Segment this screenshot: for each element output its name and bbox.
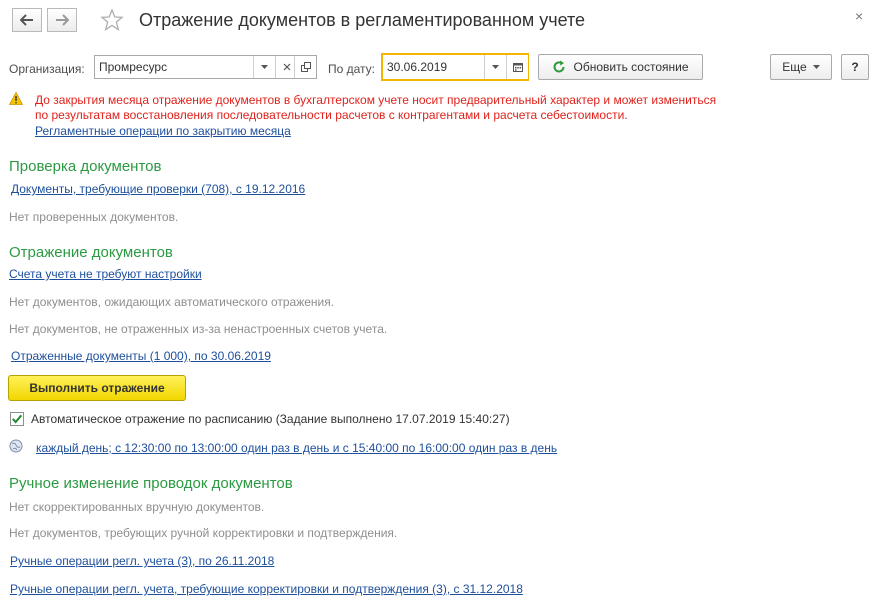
- more-button[interactable]: Еще: [770, 54, 832, 80]
- checked-documents-note: Нет проверенных документов.: [9, 210, 179, 224]
- organization-open-button[interactable]: [294, 56, 316, 78]
- forward-button[interactable]: [47, 8, 77, 32]
- date-field[interactable]: 30.06.2019: [381, 53, 529, 81]
- favorite-star-button[interactable]: [100, 8, 124, 35]
- reflect-section-heading: Отражение документов: [9, 244, 173, 261]
- closing-operations-link[interactable]: Регламентные операции по закрытию месяца: [35, 124, 291, 138]
- organization-value: Промресурс: [99, 60, 168, 74]
- warning-icon: [8, 91, 24, 108]
- arrow-right-icon: [56, 14, 69, 26]
- more-label: Еще: [782, 60, 807, 74]
- page-title: Отражение документов в регламентированно…: [139, 10, 586, 30]
- refresh-state-button[interactable]: Обновить состояние: [538, 54, 703, 80]
- back-button[interactable]: [12, 8, 42, 32]
- calendar-button[interactable]: [506, 55, 528, 79]
- help-button[interactable]: ?: [841, 54, 869, 80]
- star-icon: [100, 8, 124, 31]
- date-value: 30.06.2019: [387, 60, 448, 74]
- check-section-heading: Проверка документов: [9, 158, 162, 175]
- checkmark-icon: [12, 414, 23, 424]
- chevron-down-icon: [261, 65, 268, 69]
- manual-section-heading: Ручное изменение проводок документов: [9, 475, 293, 492]
- schedule-link[interactable]: каждый день; с 12:30:00 по 13:00:00 один…: [36, 441, 557, 455]
- manual-corrected-note: Нет скорректированных вручную документов…: [9, 500, 265, 514]
- clear-icon: [283, 63, 290, 71]
- manual-operations-pending-link[interactable]: Ручные операции регл. учета, требующие к…: [10, 582, 523, 596]
- auto-reflection-checkbox[interactable]: [10, 412, 24, 426]
- organization-label: Организация:: [9, 62, 85, 76]
- open-icon: [300, 62, 311, 72]
- date-dropdown-button[interactable]: [484, 55, 506, 79]
- chevron-down-icon: [492, 65, 499, 69]
- arrow-left-icon: [20, 14, 33, 26]
- manual-pending-note: Нет документов, требующих ручной коррект…: [9, 526, 398, 540]
- warning-line-1: До закрытия месяца отражение документов …: [35, 93, 717, 107]
- execute-reflection-button[interactable]: Выполнить отражение: [8, 375, 186, 401]
- refresh-icon: [554, 60, 565, 73]
- globe-icon: [9, 439, 23, 456]
- chevron-down-icon: [812, 65, 820, 69]
- organization-field[interactable]: Промресурс: [94, 55, 317, 79]
- close-icon[interactable]: ×: [855, 8, 863, 24]
- manual-operations-link[interactable]: Ручные операции регл. учета (3), по 26.1…: [10, 554, 274, 568]
- warning-line-2: по результатам восстановления последоват…: [35, 108, 628, 122]
- documents-to-check-link[interactable]: Документы, требующие проверки (708), с 1…: [11, 182, 305, 196]
- date-label: По дату:: [328, 62, 376, 76]
- organization-dropdown-button[interactable]: [253, 56, 275, 78]
- reflected-documents-link[interactable]: Отраженные документы (1 000), по 30.06.2…: [11, 349, 271, 363]
- auto-reflection-label: Автоматическое отражение по расписанию (…: [31, 412, 510, 426]
- accounts-setup-link[interactable]: Счета учета не требуют настройки: [9, 267, 202, 281]
- awaiting-reflection-note: Нет документов, ожидающих автоматическог…: [9, 295, 335, 309]
- calendar-icon: [512, 63, 523, 72]
- unconfigured-accounts-note: Нет документов, не отраженных из-за нена…: [9, 322, 388, 336]
- refresh-state-label: Обновить состояние: [573, 60, 689, 74]
